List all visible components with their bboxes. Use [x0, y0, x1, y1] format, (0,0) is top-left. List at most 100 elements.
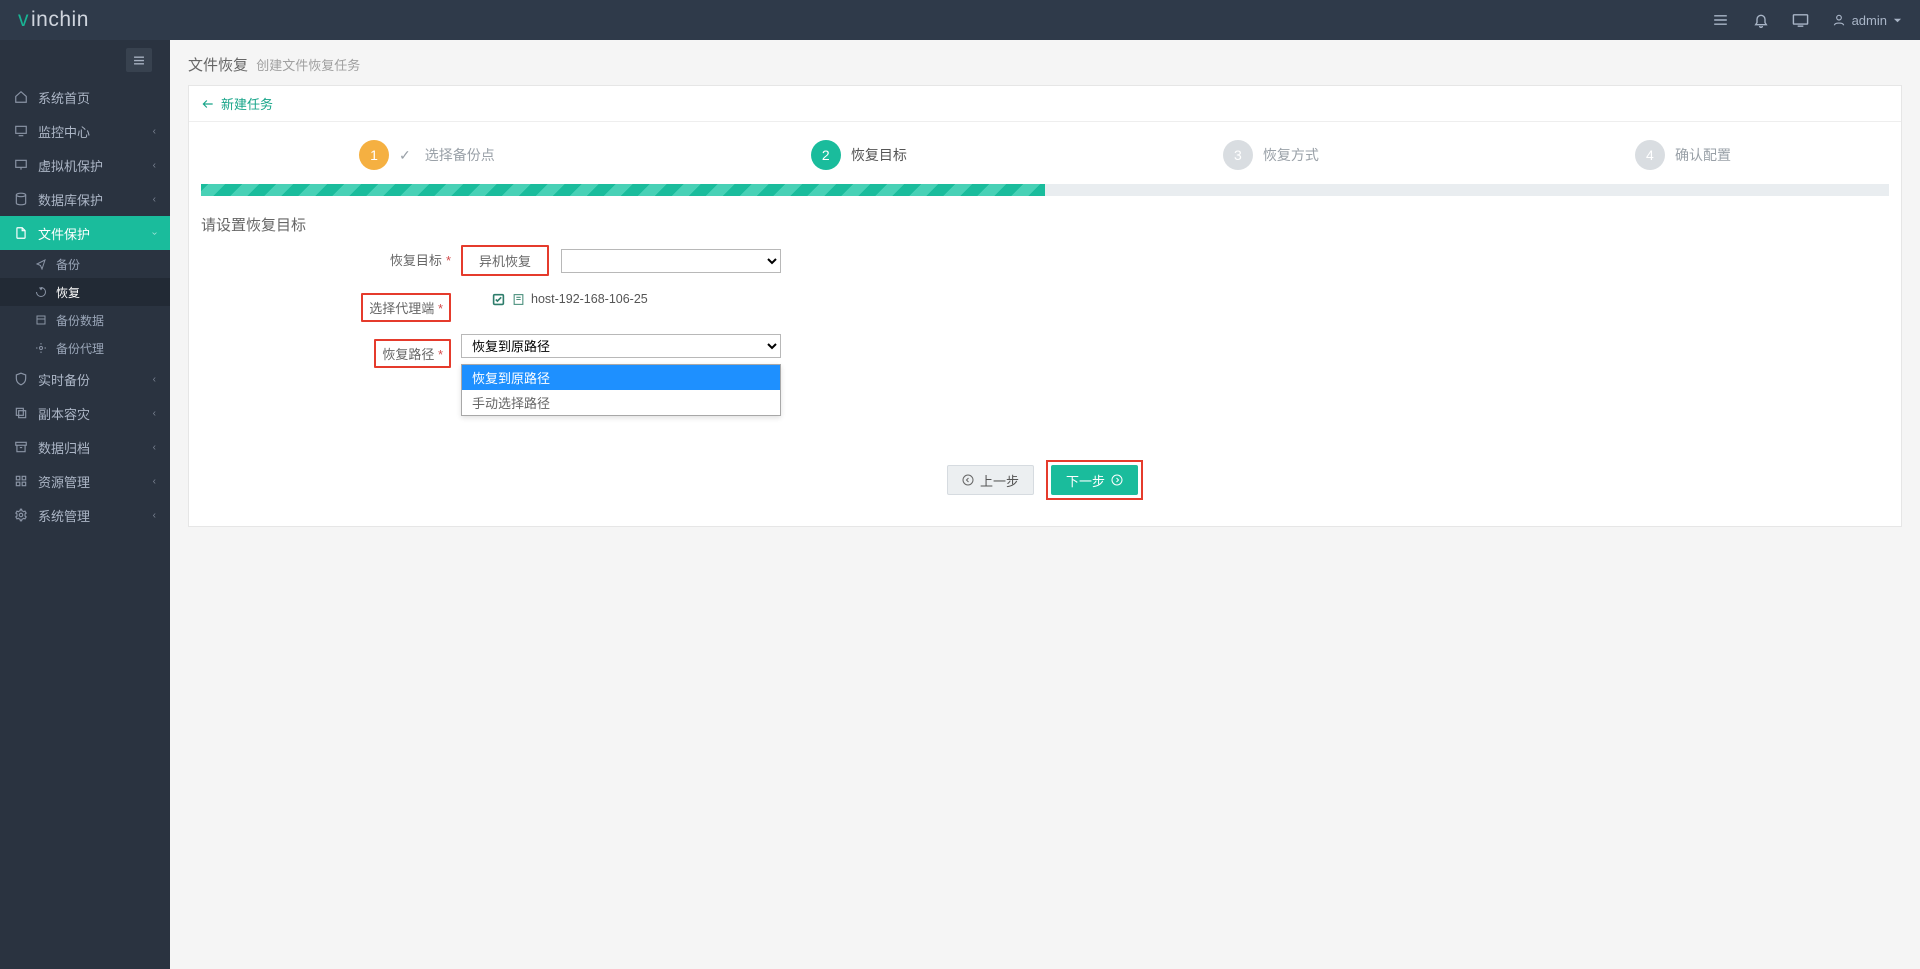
form-section-title: 请设置恢复目标: [189, 210, 1901, 245]
form-label-path: 恢复路径 *: [201, 334, 461, 368]
wizard-steps: 1 ✓ 选择备份点 2 恢复目标 3 恢复方式 4 确认配置: [189, 122, 1901, 178]
chevron-down-icon: [1893, 16, 1902, 25]
step-num: 4: [1635, 140, 1665, 170]
user-menu[interactable]: admin: [1832, 13, 1902, 28]
prev-button-label: 上一步: [980, 471, 1019, 490]
wizard-progress-fill: [201, 184, 1045, 196]
chevron-left-icon: ‹: [153, 160, 156, 171]
topbar: vinchin admin: [0, 0, 1920, 40]
step-label: 选择备份点: [425, 145, 495, 165]
sidebar-toggle-row: [0, 40, 170, 80]
required-mark: *: [438, 301, 443, 316]
chevron-left-icon: ‹: [153, 510, 156, 521]
sidebar-sub-label: 恢复: [56, 284, 80, 301]
sidebar-item-system[interactable]: 系统管理 ‹: [0, 498, 170, 532]
form-row-agent: 选择代理端 * host-192-168-106-25: [201, 288, 1889, 322]
sidebar: 系统首页 监控中心 ‹ 虚拟机保护 ‹ 数据库保护 ‹ 文件保护 ‹: [0, 40, 170, 969]
wizard-step-2[interactable]: 2 恢复目标: [811, 140, 907, 170]
next-button-label: 下一步: [1066, 471, 1105, 490]
brand-rest: inchin: [31, 8, 89, 32]
top-actions: admin: [1712, 11, 1902, 29]
sidebar-item-resource[interactable]: 资源管理 ‹: [0, 464, 170, 498]
prev-button[interactable]: 上一步: [947, 465, 1034, 495]
path-select[interactable]: 恢复到原路径: [461, 334, 781, 358]
chevron-down-icon: ‹: [149, 231, 160, 234]
database-icon: [14, 192, 28, 206]
wizard-step-1[interactable]: 1 ✓ 选择备份点: [359, 140, 495, 170]
sidebar-item-label: 资源管理: [38, 472, 90, 491]
sidebar-item-label: 系统首页: [38, 88, 90, 107]
resource-icon: [14, 474, 28, 488]
path-select-dropdown: 恢复到原路径 手动选择路径: [461, 364, 781, 416]
sidebar-item-realtime[interactable]: 实时备份 ‹: [0, 362, 170, 396]
brand-logo: vinchin: [18, 8, 89, 32]
form: 恢复目标* 异机恢复 选择代理端 *: [189, 245, 1901, 430]
wizard-buttons: 上一步 下一步: [189, 430, 1901, 526]
step-num: 2: [811, 140, 841, 170]
breadcrumb: 文件恢复 创建文件恢复任务: [170, 40, 1920, 85]
next-button[interactable]: 下一步: [1051, 465, 1138, 495]
file-icon: [14, 226, 28, 240]
sidebar-toggle-button[interactable]: [126, 48, 152, 72]
agent-item[interactable]: host-192-168-106-25: [491, 292, 648, 306]
user-name: admin: [1852, 13, 1887, 28]
copy-icon: [14, 406, 28, 420]
next-button-highlight: 下一步: [1046, 460, 1143, 500]
target-select[interactable]: [561, 249, 781, 273]
sidebar-item-archive[interactable]: 数据归档 ‹: [0, 430, 170, 464]
sidebar-item-home[interactable]: 系统首页: [0, 80, 170, 114]
panel-header: 新建任务: [189, 86, 1901, 122]
bell-icon[interactable]: [1752, 11, 1770, 29]
wizard-step-4[interactable]: 4 确认配置: [1635, 140, 1731, 170]
agent-icon: [34, 342, 48, 354]
sidebar-sub-backup[interactable]: 备份: [0, 250, 170, 278]
monitor-icon: [14, 124, 28, 138]
sidebar-item-label: 虚拟机保护: [38, 156, 103, 175]
shield-icon: [14, 372, 28, 386]
page-title: 文件恢复: [188, 57, 248, 74]
sidebar-sub-backup-data[interactable]: 备份数据: [0, 306, 170, 334]
required-mark: *: [446, 253, 451, 268]
path-option-original[interactable]: 恢复到原路径: [462, 365, 780, 390]
home-icon: [14, 90, 28, 104]
sidebar-item-monitor[interactable]: 监控中心 ‹: [0, 114, 170, 148]
step-label: 恢复方式: [1263, 145, 1319, 165]
chevron-left-icon: ‹: [153, 476, 156, 487]
new-task-link[interactable]: 新建任务: [221, 94, 273, 113]
form-label-target: 恢复目标*: [201, 245, 461, 269]
step-num: 1: [359, 140, 389, 170]
wizard-panel: 新建任务 1 ✓ 选择备份点 2 恢复目标 3 恢复方式 4 确: [188, 85, 1902, 527]
sidebar-item-label: 数据库保护: [38, 190, 103, 209]
data-icon: [34, 314, 48, 326]
sidebar-nav: 系统首页 监控中心 ‹ 虚拟机保护 ‹ 数据库保护 ‹ 文件保护 ‹: [0, 80, 170, 532]
step-label: 确认配置: [1675, 145, 1731, 165]
sidebar-sub-backup-agent[interactable]: 备份代理: [0, 334, 170, 362]
path-option-manual[interactable]: 手动选择路径: [462, 390, 780, 415]
checkbox-checked-icon[interactable]: [491, 292, 505, 306]
step-label: 恢复目标: [851, 145, 907, 165]
sidebar-sub-label: 备份: [56, 256, 80, 273]
archive-icon: [14, 440, 28, 454]
chevron-left-icon: ‹: [153, 408, 156, 419]
form-label-agent: 选择代理端 *: [201, 288, 461, 322]
gear-icon: [14, 508, 28, 522]
sidebar-item-replica[interactable]: 副本容灾 ‹: [0, 396, 170, 430]
sidebar-item-vm[interactable]: 虚拟机保护 ‹: [0, 148, 170, 182]
page-subtitle: 创建文件恢复任务: [256, 58, 360, 73]
sidebar-item-label: 系统管理: [38, 506, 90, 525]
restore-icon: [34, 286, 48, 298]
wizard-step-3[interactable]: 3 恢复方式: [1223, 140, 1319, 170]
host-icon: [511, 292, 525, 306]
sidebar-item-db[interactable]: 数据库保护 ‹: [0, 182, 170, 216]
sidebar-item-label: 文件保护: [38, 224, 90, 243]
form-row-path: 恢复路径 * 恢复到原路径 恢复到原路径 手动选择路径: [201, 334, 1889, 368]
sidebar-item-label: 监控中心: [38, 122, 90, 141]
back-arrow-icon[interactable]: [201, 98, 215, 110]
sidebar-item-label: 实时备份: [38, 370, 90, 389]
arrow-right-icon: [1111, 474, 1123, 486]
sidebar-sub-restore[interactable]: 恢复: [0, 278, 170, 306]
screen-icon[interactable]: [1792, 11, 1810, 29]
sidebar-item-file[interactable]: 文件保护 ‹: [0, 216, 170, 250]
user-icon: [1832, 13, 1846, 27]
task-list-icon[interactable]: [1712, 11, 1730, 29]
